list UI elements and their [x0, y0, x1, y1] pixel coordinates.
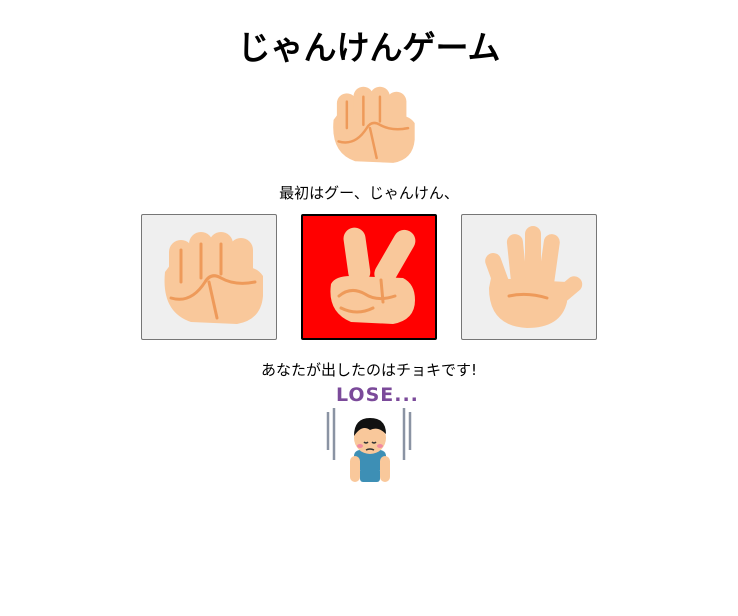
scissors-button[interactable]	[301, 214, 437, 340]
prompt-text: 最初はグー、じゃんけん、	[279, 184, 459, 202]
rock-fist-icon	[333, 86, 415, 163]
page-title: じゃんけんゲーム	[237, 28, 501, 67]
scissors-peace-hand-icon	[330, 227, 416, 324]
rock-button[interactable]	[141, 214, 277, 340]
janken-page: じゃんけんゲーム 最初はグー、じゃんけん、 あなたが出したのはチョキです! LO…	[0, 0, 738, 616]
outcome-label: LOSE...	[336, 384, 419, 406]
paper-button[interactable]	[461, 214, 597, 340]
choice-buttons	[141, 214, 597, 340]
computer-hand	[322, 78, 418, 170]
result-text: あなたが出したのはチョキです!	[260, 361, 477, 379]
outcome-illustration: LOSE...	[324, 384, 419, 486]
paper-open-hand-icon	[485, 226, 583, 328]
sad-boy-bowing-icon	[326, 408, 412, 482]
rock-fist-icon	[164, 232, 263, 324]
